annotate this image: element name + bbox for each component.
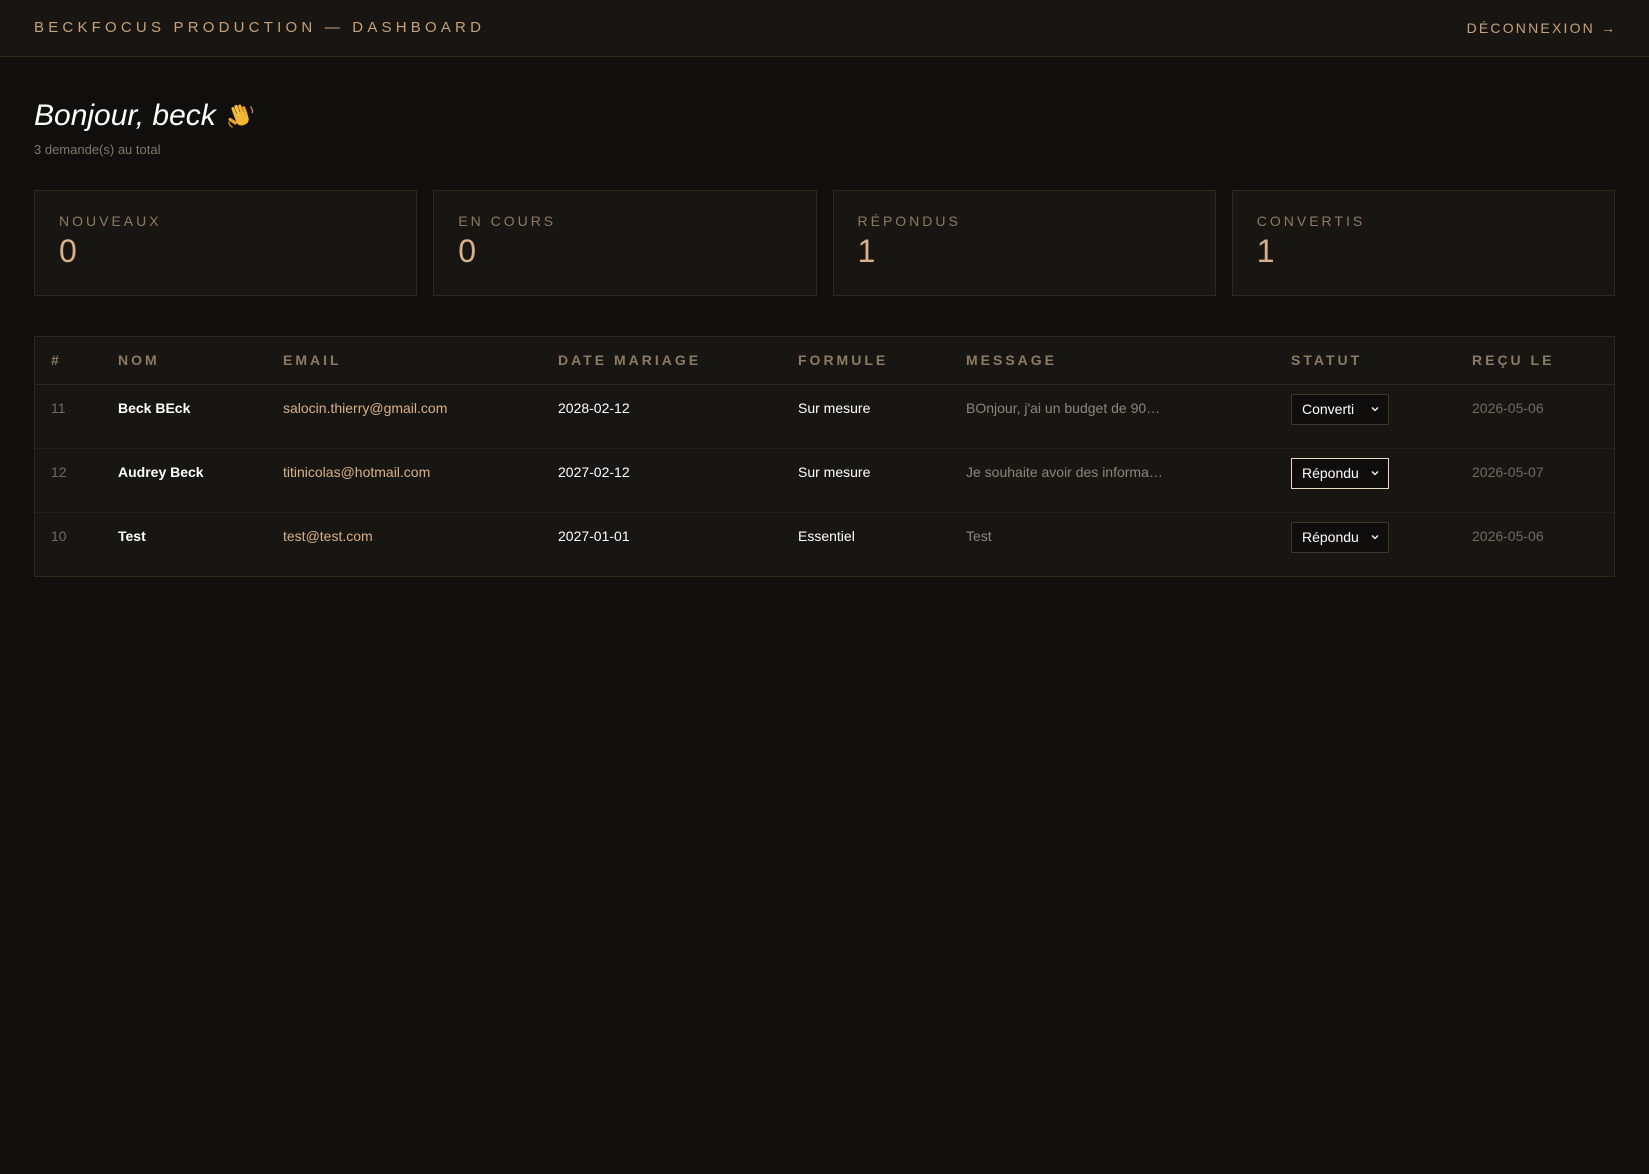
chevron-down-icon [1371, 407, 1379, 412]
greeting-text: Bonjour, beck [34, 99, 216, 132]
stat-value: 0 [458, 233, 477, 269]
arrow-right-icon: → [1601, 20, 1615, 36]
table-row[interactable]: 11 Beck BEck salocin.thierry@gmail.com 2… [35, 384, 1614, 449]
stat-value: 1 [857, 233, 876, 269]
cell-wedding-date: 2028-02-12 [542, 384, 782, 449]
stat-card-en-cours: EN COURS 0 [433, 190, 817, 296]
waving-hand-icon [227, 104, 253, 128]
status-select[interactable]: Répondu [1291, 521, 1389, 553]
stat-label: CONVERTIS [1256, 213, 1366, 229]
top-bar: BECKFOCUS PRODUCTION — DASHBOARD DÉCONNE… [0, 0, 1649, 57]
request-count: 3 demande(s) au total [34, 142, 161, 157]
status-value: Répondu [1302, 465, 1359, 481]
stat-card-convertis: CONVERTIS 1 [1231, 190, 1615, 296]
cell-wedding-date: 2027-02-12 [542, 448, 782, 513]
stat-card-nouveaux: NOUVEAUX 0 [34, 190, 418, 296]
status-select[interactable]: Répondu [1291, 457, 1389, 489]
chevron-down-icon [1371, 535, 1379, 540]
cell-name: Beck BEck [102, 384, 267, 449]
status-value: Converti [1302, 401, 1355, 417]
cell-received: 2026-05-06 [1472, 527, 1544, 544]
column-header-message: MESSAGE [950, 337, 1275, 385]
cell-email[interactable]: test@test.com [267, 512, 542, 576]
stats-grid: NOUVEAUX 0 EN COURS 0 RÉPONDUS 1 CONVERT… [34, 190, 1615, 296]
column-header-id: # [35, 337, 102, 385]
cell-id: 11 [35, 384, 102, 449]
cell-email[interactable]: salocin.thierry@gmail.com [267, 384, 542, 449]
cell-formula: Sur mesure [782, 384, 950, 449]
cell-id: 12 [35, 448, 102, 513]
greeting-heading: Bonjour, beck [34, 98, 1615, 134]
cell-name: Test [118, 527, 146, 544]
stat-card-repondus: RÉPONDUS 1 [832, 190, 1216, 296]
stat-value: 1 [1256, 233, 1275, 269]
cell-received: 2026-05-06 [1456, 384, 1614, 449]
cell-id: 10 [51, 527, 67, 544]
column-header-name: NOM [102, 337, 267, 385]
stat-label: NOUVEAUX [59, 213, 162, 229]
requests-table-panel: # NOM EMAIL DATE MARIAGE FORMULE MESSAGE… [34, 336, 1615, 577]
column-header-formula: FORMULE [782, 337, 950, 385]
main-content: Bonjour, beck 3 demande(s) au total NOUV… [0, 98, 1649, 577]
brand-title: BECKFOCUS PRODUCTION — DASHBOARD [34, 18, 486, 36]
logout-label: DÉCONNEXION [1466, 20, 1595, 36]
column-header-wedding-date: DATE MARIAGE [542, 337, 782, 385]
stat-value: 0 [59, 233, 77, 269]
requests-table: # NOM EMAIL DATE MARIAGE FORMULE MESSAGE… [35, 337, 1614, 576]
cell-status: Répondu [1275, 448, 1456, 513]
status-select[interactable]: Converti [1291, 393, 1389, 425]
cell-received: 2026-05-07 [1456, 448, 1614, 513]
chevron-down-icon [1371, 471, 1379, 476]
cell-wedding-date: 2027-01-01 [558, 527, 630, 544]
table-header-row: # NOM EMAIL DATE MARIAGE FORMULE MESSAGE… [35, 337, 1614, 385]
cell-message: Test [966, 527, 992, 544]
cell-status: Répondu [1275, 512, 1456, 576]
cell-status: Converti [1275, 384, 1456, 449]
table-row[interactable]: 12 Audrey Beck titinicolas@hotmail.com 2… [35, 448, 1614, 513]
cell-message: BOnjour, j'ai un budget de 90… [950, 384, 1275, 449]
cell-message: Je souhaite avoir des informa… [950, 448, 1275, 513]
cell-formula: Sur mesure [782, 448, 950, 513]
table-row[interactable]: 10 Test test@test.com 2027-01-01 Essenti… [35, 512, 1614, 576]
stat-label: RÉPONDUS [857, 213, 961, 229]
stat-label: EN COURS [458, 213, 557, 229]
column-header-status: STATUT [1275, 337, 1456, 385]
column-header-email: EMAIL [267, 337, 542, 385]
cell-formula: Essentiel [798, 527, 855, 544]
status-value: Répondu [1302, 529, 1359, 545]
cell-name: Audrey Beck [102, 448, 267, 513]
logout-button[interactable]: DÉCONNEXION → [1467, 20, 1615, 36]
cell-email[interactable]: titinicolas@hotmail.com [267, 448, 542, 513]
column-header-received: REÇU LE [1456, 337, 1614, 385]
